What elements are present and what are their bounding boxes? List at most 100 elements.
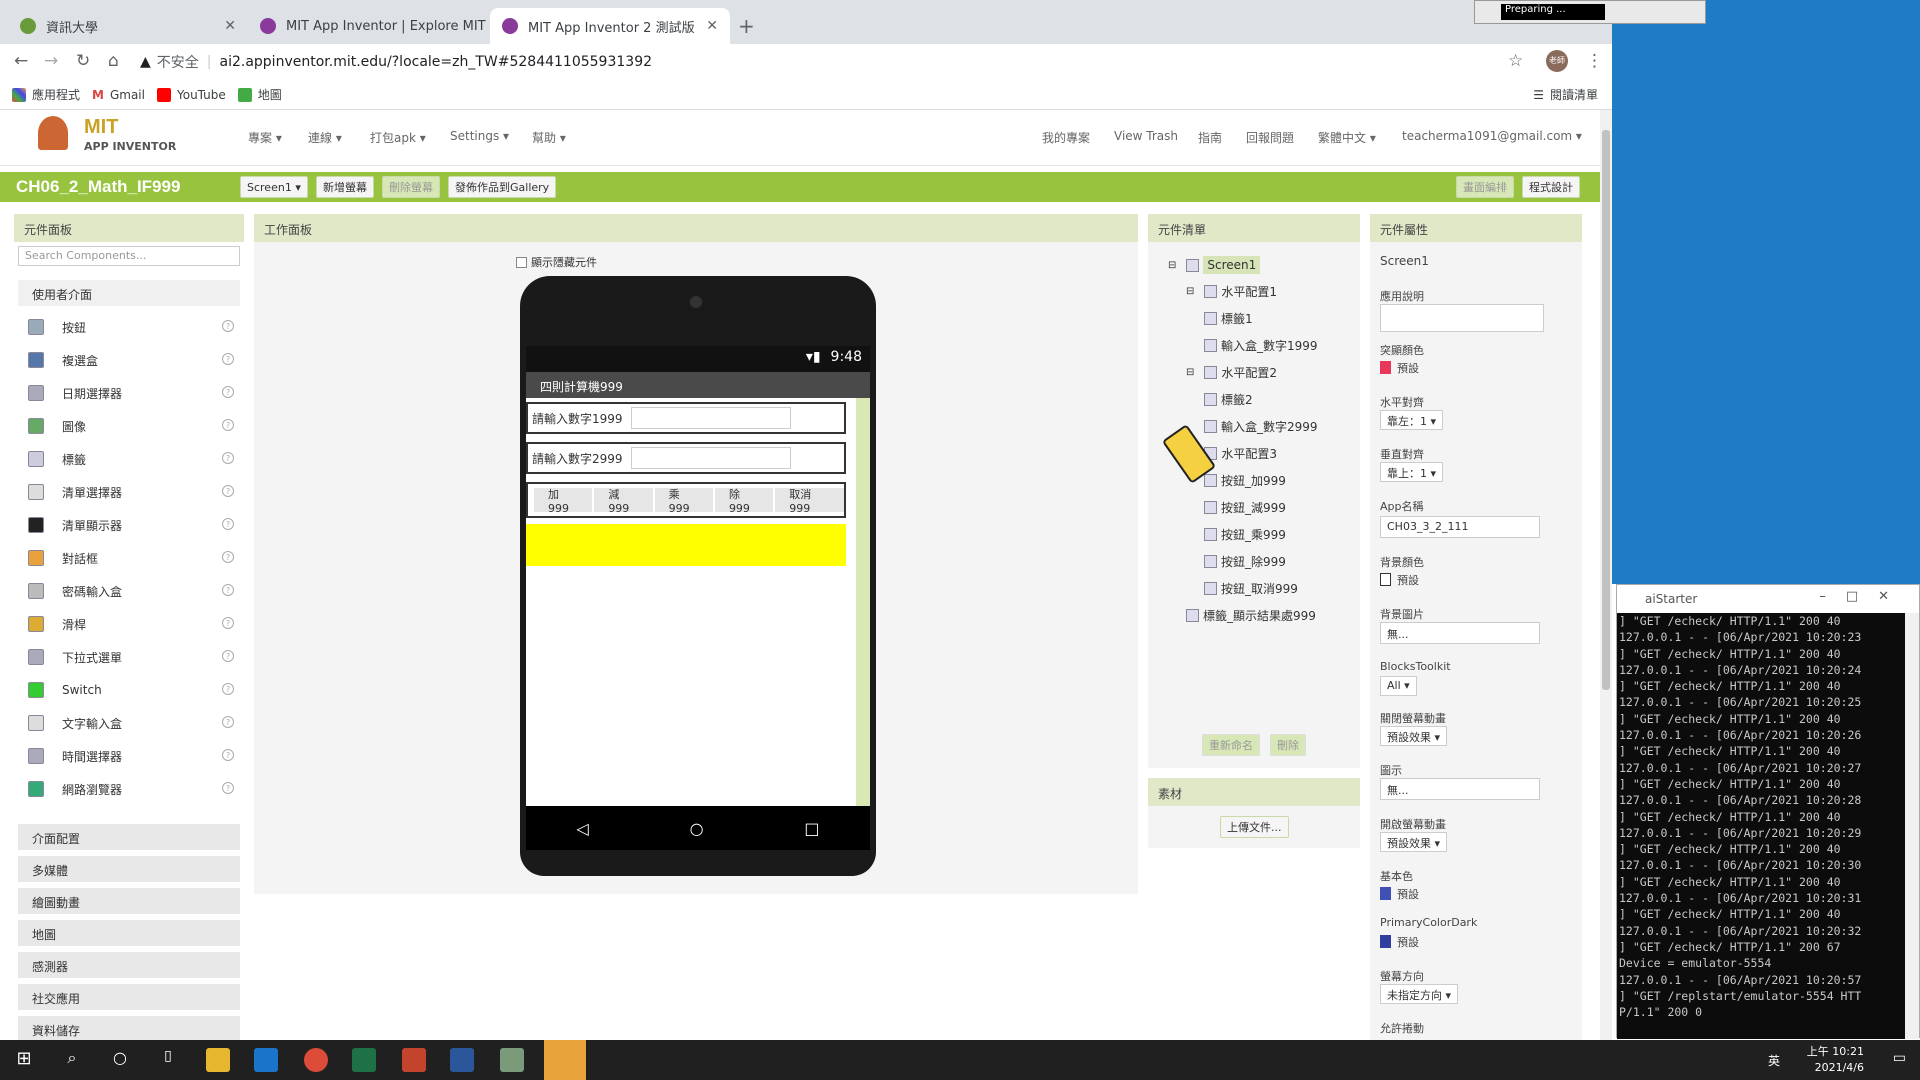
close-tab-icon[interactable]: ✕ [486, 18, 488, 34]
palette-category[interactable]: 感測器 [18, 952, 240, 978]
category-user-interface[interactable]: 使用者介面 [18, 280, 240, 306]
menu-connect[interactable]: 連線 ▾ [308, 129, 342, 146]
orientation-dropdown[interactable]: 未指定方向 ▾ [1380, 984, 1459, 1004]
help-icon[interactable]: ? [222, 782, 234, 794]
horizontal-arrangement-2[interactable]: 請輸入數字2999 [526, 442, 846, 474]
palette-item[interactable]: 時間選擇器? [28, 743, 238, 769]
more-icon[interactable]: ⋮ [1586, 51, 1603, 71]
back-nav-icon[interactable]: ◁ [576, 819, 588, 838]
blocks-button[interactable]: 程式設計 [1522, 176, 1580, 198]
palette-item[interactable]: 下拉式選單? [28, 644, 238, 670]
help-icon[interactable]: ? [222, 452, 234, 464]
palette-category[interactable]: 地圖 [18, 920, 240, 946]
palette-category[interactable]: 介面配置 [18, 824, 240, 850]
bgcolor-picker[interactable]: 預設 [1380, 572, 1419, 588]
help-icon[interactable]: ? [222, 353, 234, 365]
cancel-button[interactable]: 取消999 [775, 488, 844, 515]
star-icon[interactable]: ☆ [1508, 51, 1523, 71]
add-screen-button[interactable]: 新增螢幕 [316, 176, 374, 198]
tree-node[interactable]: 按鈕_取消999 [1204, 580, 1298, 597]
help-icon[interactable]: ? [222, 518, 234, 530]
tree-node[interactable]: ⊟ Screen1 [1168, 256, 1261, 274]
show-hidden-checkbox[interactable]: 顯示隱藏元件 [516, 254, 597, 270]
home-icon[interactable]: ⌂ [108, 51, 119, 71]
palette-item[interactable]: 密碼輸入盒? [28, 578, 238, 604]
collapse-icon[interactable]: ⊟ [1186, 367, 1194, 378]
textbox-number-2[interactable] [630, 447, 791, 469]
textbox-number-1[interactable] [630, 407, 791, 429]
publish-gallery-button[interactable]: 發佈作品到Gallery [448, 176, 557, 198]
blockstoolkit-dropdown[interactable]: All ▾ [1380, 676, 1417, 696]
menu-language[interactable]: 繁體中文 ▾ [1318, 129, 1376, 146]
clock[interactable]: 上午 10:21 2021/4/6 [1807, 1044, 1864, 1076]
help-icon[interactable]: ? [222, 551, 234, 563]
reading-list[interactable]: ☰ 閱讀清單 [1533, 86, 1598, 103]
reload-icon[interactable]: ↻ [76, 51, 90, 71]
open-anim-dropdown[interactable]: 預設效果 ▾ [1380, 832, 1448, 852]
accent-color-picker[interactable]: 預設 [1380, 360, 1419, 376]
app-icon[interactable] [500, 1048, 524, 1072]
horizontal-arrangement-1[interactable]: 請輸入數字1999 [526, 402, 846, 434]
menu-help[interactable]: 幫助 ▾ [532, 129, 566, 146]
palette-item[interactable]: Switch? [28, 677, 238, 703]
close-anim-dropdown[interactable]: 預設效果 ▾ [1380, 726, 1448, 746]
recents-nav-icon[interactable]: □ [804, 819, 819, 838]
about-input[interactable] [1380, 304, 1544, 332]
icon-picker[interactable]: 無... [1380, 778, 1540, 800]
palette-item[interactable]: 複選盒? [28, 347, 238, 373]
help-icon[interactable]: ? [222, 650, 234, 662]
rename-button[interactable]: 重新命名 [1202, 734, 1260, 756]
halign-dropdown[interactable]: 靠左：1 ▾ [1380, 410, 1444, 430]
tab-2[interactable]: MIT App Inventor | Explore MIT✕ [248, 8, 488, 44]
tree-node[interactable]: 按鈕_除999 [1204, 553, 1286, 570]
window-controls-icon[interactable]: –□✕ [1819, 589, 1909, 604]
tree-node[interactable]: ⊟ 水平配置2 [1186, 364, 1277, 381]
powerpoint-icon[interactable] [402, 1048, 426, 1072]
screen-dropdown[interactable]: Screen1 ▾ [240, 176, 308, 198]
valign-dropdown[interactable]: 靠上：1 ▾ [1380, 462, 1444, 482]
search-icon[interactable]: ⌕ [60, 1048, 84, 1072]
palette-category[interactable]: 社交應用 [18, 984, 240, 1010]
collapse-icon[interactable]: ⊟ [1168, 260, 1176, 271]
tree-node[interactable]: 標籤2 [1204, 391, 1253, 408]
remove-screen-button[interactable]: 刪除螢幕 [382, 176, 440, 198]
appname-input[interactable]: CH03_3_2_111 [1380, 516, 1540, 538]
menu-my-projects[interactable]: 我的專案 [1042, 129, 1090, 146]
tree-node[interactable]: 標籤1 [1204, 310, 1253, 327]
tree-node[interactable]: 按鈕_乘999 [1204, 526, 1286, 543]
help-icon[interactable]: ? [222, 485, 234, 497]
palette-item[interactable]: 日期選擇器? [28, 380, 238, 406]
help-icon[interactable]: ? [222, 749, 234, 761]
forward-icon[interactable]: → [44, 51, 58, 71]
search-components-input[interactable]: Search Components... [18, 246, 240, 266]
designer-button[interactable]: 畫面編排 [1456, 176, 1514, 198]
help-icon[interactable]: ? [222, 419, 234, 431]
delete-button[interactable]: 刪除 [1270, 734, 1306, 756]
menu-report[interactable]: 回報問題 [1246, 129, 1294, 146]
checkbox-icon[interactable] [516, 256, 527, 268]
palette-category[interactable]: 多媒體 [18, 856, 240, 882]
palette-category[interactable]: 繪圖動畫 [18, 888, 240, 914]
palette-item[interactable]: 標籤? [28, 446, 238, 472]
windows-start-icon[interactable]: ⊞ [12, 1048, 36, 1072]
collapse-icon[interactable]: ⊟ [1186, 286, 1194, 297]
add-button[interactable]: 加999 [534, 488, 593, 515]
tree-node[interactable]: 標籤_顯示結果處999 [1186, 607, 1316, 624]
url-field[interactable]: ▲ 不安全 | ai2.appinventor.mit.edu/?locale=zh_… [140, 48, 1500, 76]
menu-account[interactable]: teacherma1091@gmail.com ▾ [1402, 129, 1582, 143]
word-icon[interactable] [450, 1048, 474, 1072]
label-1[interactable]: 請輸入數字1999 [532, 410, 623, 427]
palette-item[interactable]: 網路瀏覽器? [28, 776, 238, 802]
excel-icon[interactable] [352, 1048, 376, 1072]
bookmark-gmail[interactable]: M Gmail [92, 88, 145, 102]
home-nav-icon[interactable]: ○ [690, 819, 704, 838]
palette-item[interactable]: 滑桿? [28, 611, 238, 637]
menu-view-trash[interactable]: View Trash [1114, 129, 1178, 143]
palette-item[interactable]: 對話框? [28, 545, 238, 571]
edge-icon[interactable] [254, 1048, 278, 1072]
new-tab-icon[interactable]: + [738, 14, 755, 38]
help-icon[interactable]: ? [222, 617, 234, 629]
palette-category[interactable]: 資料儲存 [18, 1016, 240, 1042]
menu-build[interactable]: 打包apk ▾ [370, 129, 426, 146]
tree-node[interactable]: 按鈕_加999 [1204, 472, 1286, 489]
